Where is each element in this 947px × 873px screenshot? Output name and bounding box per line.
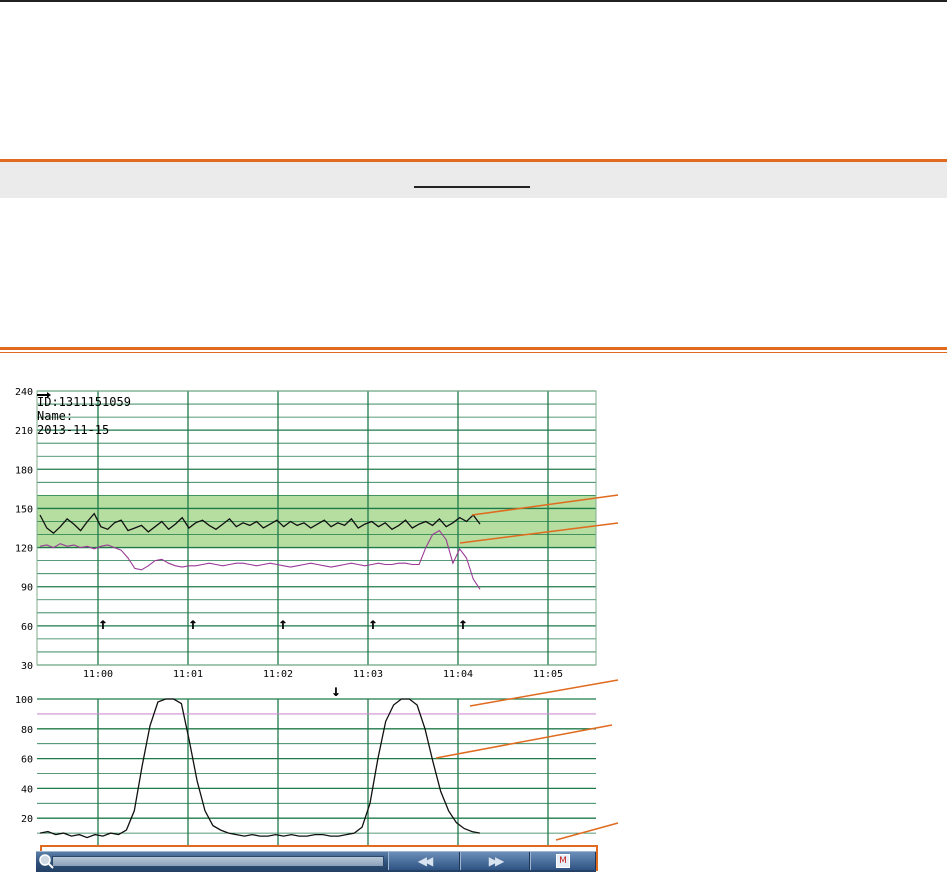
y-tick-label: 240 [15,387,33,398]
magnifier-icon[interactable] [38,853,54,869]
x-tick-label: 11:00 [83,669,113,680]
x-tick-label: 11:02 [263,669,293,680]
header-underline [414,186,530,188]
menu-icon: M [556,854,570,868]
menu-button[interactable]: M [530,852,596,870]
y-tick-label: 80 [21,725,33,736]
event-mark: ↑ [458,614,468,633]
orange-divider [0,352,947,353]
top-border [0,0,947,2]
y-tick-label: 40 [21,784,33,795]
x-tick-label: 11:01 [173,669,203,680]
orange-divider [0,347,947,350]
y-tick-label: 180 [15,465,33,476]
event-mark: ↑ [98,614,108,633]
y-tick-label: 120 [15,544,33,555]
callout-line [555,822,619,841]
event-mark: ↑ [188,614,198,633]
x-tick-label: 11:05 [533,669,563,680]
y-tick-label: 100 [15,695,33,706]
x-tick-label: 11:03 [353,669,383,680]
patient-name: Name: [37,409,73,423]
rewind-button[interactable]: ◀◀ [388,852,460,870]
top-marker: ↓ [331,681,341,700]
y-tick-label: 90 [21,583,33,594]
uterine-activity-trace [39,698,481,839]
y-tick-label: 210 [15,426,33,437]
ctg-chart: 240 210 180 150 120 90 60 30 11:00 11:01 11:02 11:0… [15,387,619,845]
event-mark: ↑ [368,614,378,633]
y-tick-label: 30 [21,661,33,672]
x-tick-label: 11:04 [443,669,473,680]
callout-line [435,724,613,759]
y-tick-label: 20 [21,814,33,825]
y-tick-label: 0 [27,844,33,845]
event-mark: ↑ [278,614,288,633]
fast-forward-button[interactable]: ▶▶ [460,852,530,870]
patient-id: ID:1311151059 [37,395,131,409]
y-tick-label: 150 [15,504,33,515]
recording-date: 2013-11-15 [37,423,109,437]
toco-chart-panel: 100 80 60 40 20 0 ↓ [15,681,596,845]
header-band [0,162,947,198]
callout-line [469,679,619,707]
y-tick-label: 60 [21,755,33,766]
zoom-slider[interactable] [52,856,384,867]
y-tick-label: 60 [21,622,33,633]
